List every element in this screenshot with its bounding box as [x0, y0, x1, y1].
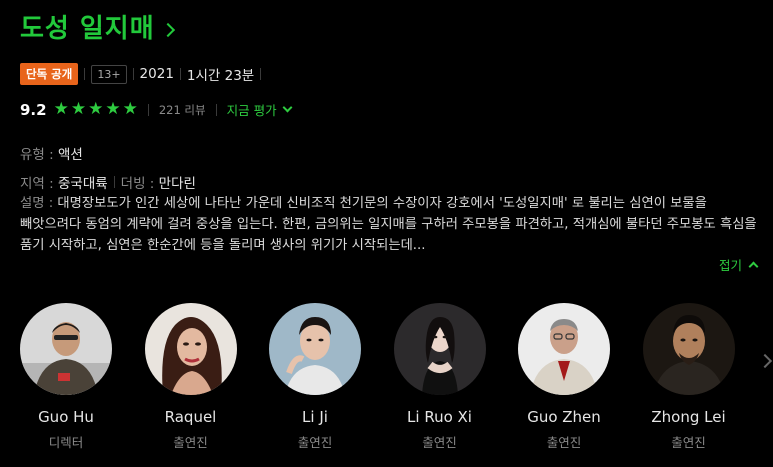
avatar[interactable] [144, 303, 237, 395]
region-line: 지역 : 중국대륙 더빙 : 만다린 [20, 172, 760, 192]
fold-button[interactable]: 접기 [718, 255, 759, 274]
avatar[interactable] [269, 303, 361, 395]
cast-member[interactable]: Zhong Lei 출연진 [642, 303, 735, 451]
star-icon: ★ [53, 99, 69, 119]
divider [147, 103, 149, 116]
avatar[interactable] [20, 303, 112, 395]
star-icon: ★ [105, 99, 121, 119]
rating-row: 9.2 ★ ★ ★ ★ ★ 221 리뷰 지금 평가 [20, 100, 293, 119]
dub-label: 더빙 : [120, 176, 155, 192]
genre-label: 유형 : [20, 147, 54, 163]
description: 설명 : 대명장보도가 인간 세상에 나타난 가운데 신비조직 천기문의 수장이… [20, 193, 760, 256]
cast-name: Zhong Lei [651, 408, 726, 426]
cast-member[interactable]: Li Ruo Xi 출연진 [393, 303, 486, 451]
exclusive-badge: 단독 공개 [20, 63, 79, 85]
divider [179, 68, 181, 80]
rating-score: 9.2 [20, 100, 47, 119]
cast-member[interactable]: Guo Zhen 출연진 [518, 303, 610, 451]
dub-value: 만다린 [158, 176, 196, 192]
divider [260, 68, 262, 80]
cast-name: Li Ruo Xi [407, 408, 472, 426]
cast-name: Guo Zhen [527, 408, 601, 426]
star-icon: ★ [88, 99, 104, 119]
region-value[interactable]: 중국대륙 [58, 172, 108, 192]
avatar[interactable] [518, 303, 610, 395]
review-count[interactable]: 221 리뷰 [159, 102, 206, 118]
show-title[interactable]: 도성 일지매 [20, 8, 155, 45]
chevron-right-icon[interactable] [160, 22, 175, 37]
cast-member[interactable]: Raquel 출연진 [144, 303, 237, 451]
cast-member[interactable]: Li Ji 출연진 [269, 303, 361, 451]
cast-role: 출연진 [671, 435, 706, 450]
divider [84, 68, 86, 80]
chevron-up-icon [748, 261, 759, 272]
star-rating: ★ ★ ★ ★ ★ [54, 101, 138, 118]
meta-row: 단독 공개 13+ 2021 1시간 23분 [20, 63, 267, 85]
chevron-down-icon [282, 102, 293, 113]
divider [113, 176, 115, 188]
rate-now-label: 지금 평가 [226, 103, 277, 118]
cast-name: Guo Hu [38, 408, 94, 426]
cast-role: 출연진 [173, 435, 208, 450]
cast-role: 출연진 [546, 435, 582, 450]
avatar[interactable] [393, 303, 486, 395]
cast-name: Li Ji [302, 408, 328, 426]
duration: 1시간 23분 [186, 68, 255, 84]
genre-value[interactable]: 액션 [58, 143, 83, 163]
cast-member[interactable]: Guo Hu 디렉터 [20, 303, 112, 451]
cast-list: Guo Hu 디렉터 Raquel 출연진 Li Ji 출연진 Li Ruo X… [20, 303, 767, 451]
release-year: 2021 [139, 66, 174, 82]
genre-line: 유형 : 액션 [20, 143, 760, 163]
cast-role: 출연진 [422, 435, 457, 450]
title-row[interactable]: 도성 일지매 [20, 8, 175, 45]
rate-now-button[interactable]: 지금 평가 [226, 100, 293, 119]
cast-name: Raquel [164, 408, 217, 426]
fold-label: 접기 [718, 258, 742, 273]
divider [132, 68, 134, 80]
desc-label: 설명 : [20, 196, 54, 211]
age-rating-badge: 13+ [91, 64, 127, 84]
region-label: 지역 : [20, 176, 54, 192]
divider [215, 103, 217, 116]
desc-text: 대명장보도가 인간 세상에 나타난 가운데 신비조직 천기문의 수장이자 강호에… [20, 196, 757, 253]
avatar[interactable] [642, 303, 735, 395]
cast-role: 출연진 [297, 435, 333, 450]
cast-role: 디렉터 [48, 435, 84, 450]
star-icon: ★ [70, 99, 87, 119]
star-icon: ★ [122, 99, 138, 119]
